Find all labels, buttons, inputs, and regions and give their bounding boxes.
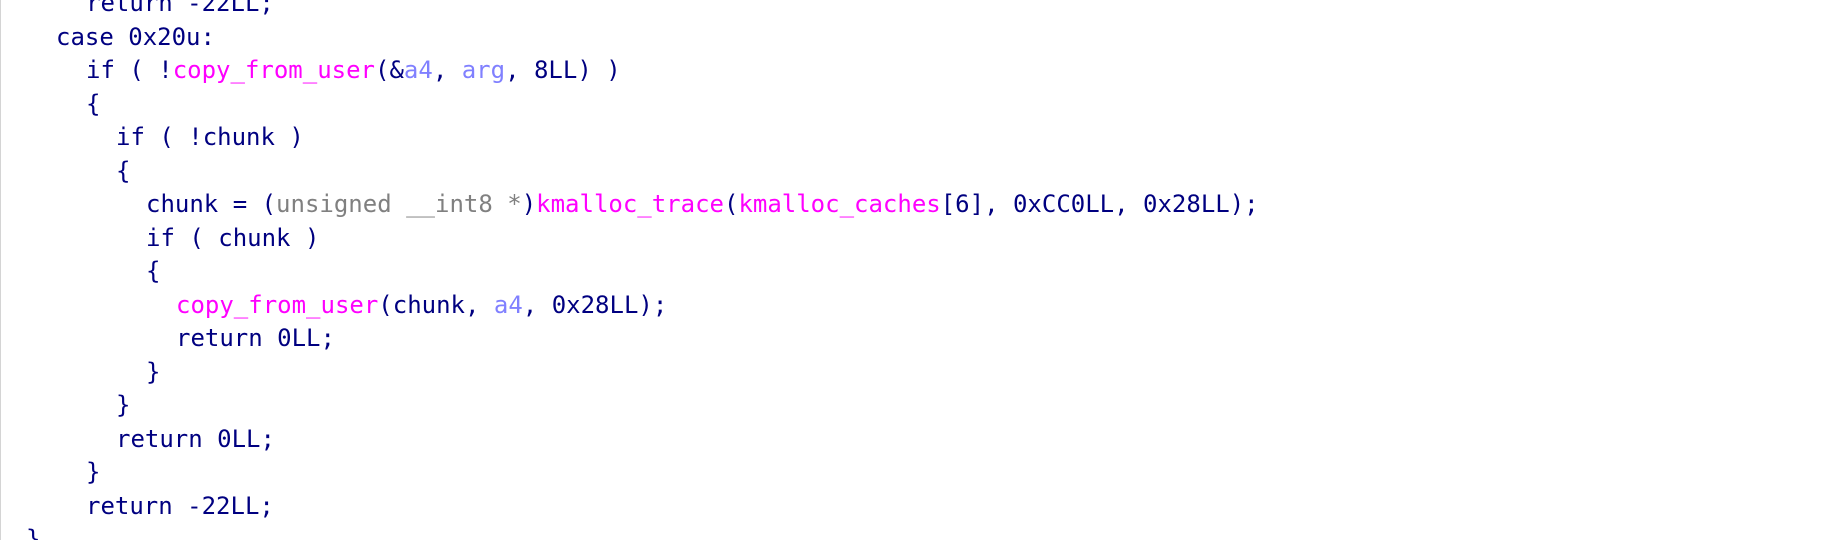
code-token[interactable]: return -22LL; <box>86 492 274 520</box>
code-line[interactable]: return -22LL; <box>1 0 1259 21</box>
code-token[interactable]: return -22LL; <box>86 0 274 17</box>
code-line[interactable]: case 0x20u: <box>1 21 1259 55</box>
code-token[interactable]: ) <box>522 190 536 218</box>
code-token[interactable]: case 0x20u: <box>56 23 215 51</box>
code-token[interactable]: { <box>86 90 100 118</box>
pseudocode-view[interactable]: return -22LL; case 0x20u: if ( !copy_from_… <box>0 0 1848 540</box>
code-line[interactable]: } <box>1 456 1259 490</box>
code-line[interactable]: chunk = (unsigned __int8 *)kmalloc_trace… <box>1 188 1259 222</box>
code-token[interactable]: if ( ! <box>86 56 173 84</box>
code-token[interactable]: ( <box>724 190 738 218</box>
variable-token[interactable]: a4 <box>404 56 433 84</box>
code-line[interactable]: { <box>1 88 1259 122</box>
code-line[interactable]: } <box>1 389 1259 423</box>
code-lines: return -22LL; case 0x20u: if ( !copy_from_… <box>1 0 1259 540</box>
code-token[interactable]: (chunk, <box>378 291 494 319</box>
code-token[interactable]: [6], 0xCC0LL, 0x28LL); <box>941 190 1259 218</box>
code-token[interactable]: (& <box>375 56 404 84</box>
code-line[interactable]: return -22LL; <box>1 490 1259 524</box>
code-token[interactable]: } <box>86 458 100 486</box>
code-line[interactable]: if ( !chunk ) <box>1 121 1259 155</box>
code-line[interactable]: copy_from_user(chunk, a4, 0x28LL); <box>1 289 1259 323</box>
code-token[interactable]: if ( chunk ) <box>146 224 319 252</box>
code-token[interactable]: } <box>116 391 130 419</box>
code-token[interactable]: if ( !chunk ) <box>116 123 304 151</box>
variable-token[interactable]: arg <box>462 56 505 84</box>
code-line[interactable]: if ( !copy_from_user(&a4, arg, 8LL) ) <box>1 54 1259 88</box>
code-token[interactable]: chunk = ( <box>146 190 276 218</box>
function-token[interactable]: copy_from_user <box>176 291 378 319</box>
code-line[interactable]: return 0LL; <box>1 423 1259 457</box>
code-line[interactable]: { <box>1 155 1259 189</box>
type-token[interactable]: unsigned __int8 * <box>276 190 522 218</box>
code-line[interactable]: if ( chunk ) <box>1 222 1259 256</box>
code-token[interactable]: } <box>146 358 160 386</box>
function-token[interactable]: copy_from_user <box>173 56 375 84</box>
variable-token[interactable]: a4 <box>494 291 523 319</box>
code-token[interactable]: , 8LL) ) <box>505 56 621 84</box>
code-token[interactable]: { <box>146 257 160 285</box>
code-line[interactable]: { <box>1 255 1259 289</box>
code-line[interactable]: } <box>1 356 1259 390</box>
function-token[interactable]: kmalloc_trace <box>536 190 724 218</box>
code-token[interactable]: } <box>26 525 40 540</box>
code-token[interactable]: , <box>433 56 462 84</box>
code-line[interactable]: } <box>1 523 1259 540</box>
function-token[interactable]: kmalloc_caches <box>738 190 940 218</box>
code-token[interactable]: return 0LL; <box>176 324 335 352</box>
code-token[interactable]: return 0LL; <box>116 425 275 453</box>
code-line[interactable]: return 0LL; <box>1 322 1259 356</box>
code-token[interactable]: , 0x28LL); <box>523 291 668 319</box>
code-token[interactable]: { <box>116 157 130 185</box>
